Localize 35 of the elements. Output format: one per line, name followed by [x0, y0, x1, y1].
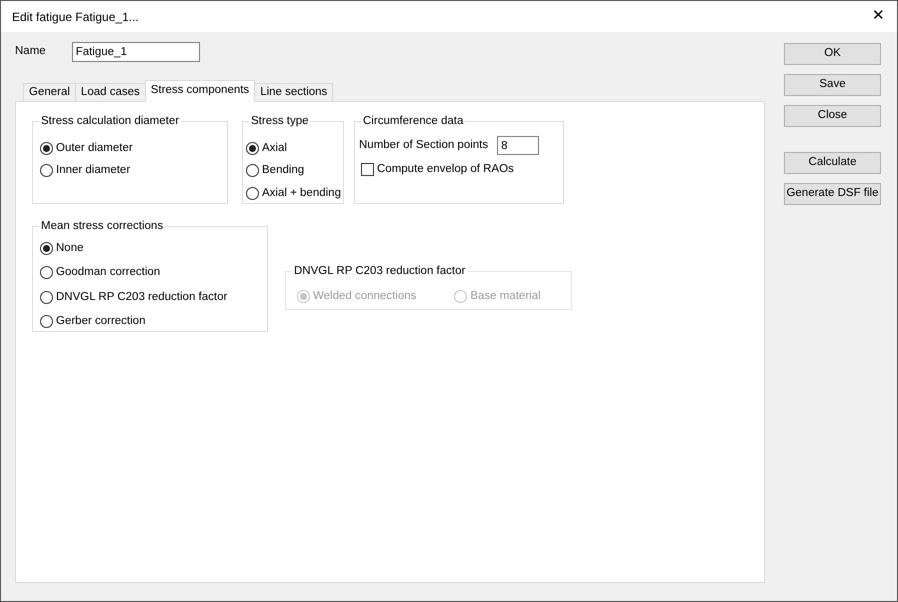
radio-option[interactable]: Axial + bending [246, 184, 343, 202]
window-title: Edit fatigue Fatigue_1... [12, 8, 139, 26]
radio-button[interactable] [40, 266, 53, 280]
radio-button[interactable] [40, 142, 53, 156]
checkbox[interactable] [361, 163, 374, 176]
dialog-button[interactable]: Save [784, 74, 881, 96]
radio-button[interactable] [40, 290, 53, 304]
radio-option[interactable]: Inner diameter [40, 162, 227, 180]
radio-option[interactable]: Bending [246, 162, 343, 180]
radio-option[interactable]: Axial [246, 140, 343, 158]
radio-button[interactable] [246, 186, 259, 200]
tab[interactable]: General [23, 83, 76, 102]
name-field[interactable]: Fatigue_1 [72, 42, 200, 62]
radio-button[interactable] [246, 142, 259, 156]
dialog-button[interactable]: OK [784, 43, 881, 65]
radio-option[interactable]: DNVGL RP C203 reduction factor [40, 288, 267, 306]
section-points-label: Number of Section points [359, 138, 488, 153]
checkbox-option[interactable]: Compute envelop of RAOs [361, 161, 563, 178]
radio-button[interactable] [246, 164, 259, 178]
section-points-field[interactable]: 8 [497, 136, 540, 155]
radio-option[interactable]: Gerber correction [40, 312, 267, 330]
group-title: Stress type [249, 113, 311, 129]
radio-button[interactable] [40, 164, 53, 178]
radio-button[interactable] [40, 314, 53, 328]
radio-option[interactable]: None [40, 240, 267, 258]
dialog-button[interactable]: Close [784, 105, 881, 127]
radio-option[interactable]: Goodman correction [40, 264, 267, 282]
tab[interactable]: Stress components [144, 80, 256, 102]
radio-option[interactable]: Outer diameter [40, 140, 227, 158]
action-button[interactable]: Calculate [784, 152, 881, 174]
tab[interactable]: Line sections [254, 83, 334, 102]
action-button[interactable]: Generate DSF file [784, 183, 881, 205]
close-button[interactable]: ✕ [868, 5, 889, 28]
radio-button[interactable] [40, 242, 53, 256]
name-label: Name [15, 44, 46, 60]
